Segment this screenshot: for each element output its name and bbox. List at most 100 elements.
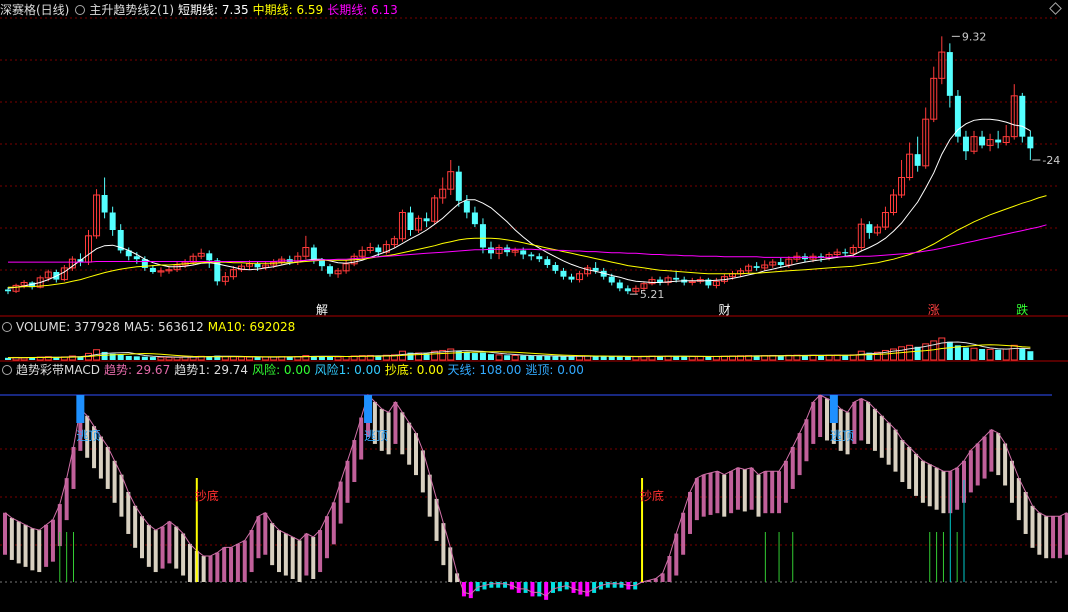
candle-body <box>520 250 527 255</box>
macd-bar <box>468 582 473 599</box>
volume-bar <box>552 356 559 360</box>
macd-bar <box>37 530 42 573</box>
volume-bar <box>133 356 140 360</box>
volume-bar <box>906 344 914 361</box>
volume-bar <box>246 356 253 361</box>
volume-bar <box>327 356 333 360</box>
candle-body <box>310 247 317 261</box>
candle-body <box>5 289 11 292</box>
escape-top-label: 逃顶 <box>830 429 854 443</box>
macd-bar <box>400 412 405 455</box>
macd-bar <box>153 530 158 573</box>
macd-bar <box>201 556 206 582</box>
macd-bar <box>3 512 7 555</box>
macd-bar <box>790 446 795 489</box>
macd-bar <box>900 440 905 483</box>
volume-bar <box>536 355 543 360</box>
candle-body <box>979 136 986 146</box>
macd-bar <box>146 524 151 567</box>
macd-bar <box>681 512 686 555</box>
volume-bar <box>1019 348 1026 360</box>
macd-bar <box>955 467 960 510</box>
volume-bar <box>600 356 607 360</box>
candle-body <box>673 277 680 280</box>
macd-bar <box>571 582 576 593</box>
candle-body <box>488 247 494 254</box>
candle-body <box>133 256 140 260</box>
volume-bar <box>970 347 978 361</box>
macd-bar <box>825 398 829 441</box>
macd-bar <box>359 417 364 460</box>
volume-bar <box>995 349 1002 360</box>
escape-top-label: 逃顶 <box>364 429 388 443</box>
macd-bar <box>263 512 268 555</box>
volume-bar <box>229 356 237 361</box>
macd-bar <box>256 516 261 559</box>
volume-bar <box>528 355 535 360</box>
macd-bar <box>804 419 809 462</box>
macd-bar <box>544 582 549 600</box>
macd-bar <box>722 474 727 517</box>
macd-bar <box>222 547 227 582</box>
candle-body <box>375 247 382 253</box>
macd-bar <box>44 524 49 567</box>
macd-bar <box>1023 491 1028 534</box>
candle-body <box>866 224 873 233</box>
macd-bar <box>818 395 823 437</box>
macd-bar <box>859 398 864 441</box>
macd-bar <box>523 582 528 593</box>
macd-bar <box>489 582 494 588</box>
macd-bar <box>592 582 597 593</box>
volume-ma-line <box>8 341 1031 359</box>
volume-bar <box>632 356 640 361</box>
macd-bar <box>886 422 891 465</box>
macd-bar <box>605 582 610 588</box>
candle-body <box>753 266 760 268</box>
macd-bar <box>735 467 740 510</box>
volume-bar <box>165 356 173 361</box>
volume-bar <box>673 356 680 360</box>
macd-bar <box>742 469 747 512</box>
volume-bar <box>681 356 688 360</box>
candle-body <box>608 276 615 283</box>
candle-body <box>463 200 470 213</box>
macd-bar <box>612 582 617 588</box>
candle-body <box>1019 95 1026 137</box>
candle-body <box>954 95 961 137</box>
macd-bar <box>30 528 35 571</box>
volume-bar <box>149 357 156 360</box>
volume-bar <box>117 354 124 360</box>
macd-bar <box>688 491 692 534</box>
macd-bar <box>968 450 973 493</box>
volume-bar <box>560 356 567 360</box>
candle-body <box>528 254 535 257</box>
macd-bar <box>112 460 117 503</box>
macd-bar <box>1009 460 1014 503</box>
macd-bar <box>496 582 501 588</box>
candle-body <box>995 139 1002 143</box>
macd-bar <box>181 533 186 576</box>
candle-body <box>946 52 953 96</box>
volume-bar <box>696 355 704 361</box>
candle-body <box>149 267 156 272</box>
stock-chart[interactable]: 9.32 5.21 -24 解 财 涨 跌逃顶 逃顶 逃顶抄底 抄底 <box>0 0 1068 612</box>
escape-top-signal <box>76 395 85 423</box>
macd-bar <box>749 467 754 510</box>
macd-bar <box>777 471 782 514</box>
macd-bar <box>783 460 788 503</box>
candle-body <box>504 247 511 253</box>
volume-bar <box>842 355 849 360</box>
macd-bar <box>694 478 699 521</box>
macd-bar <box>140 516 144 559</box>
escape-top-signal <box>829 395 838 423</box>
candle-body <box>560 270 567 277</box>
volume-bar <box>1027 351 1034 360</box>
macd-bar <box>1003 443 1008 486</box>
candle-body <box>407 212 414 230</box>
candle-body <box>624 288 631 292</box>
macd-bar <box>920 460 925 503</box>
volume-bar <box>979 349 986 360</box>
event-marker: 解 <box>316 303 328 317</box>
macd-bar <box>414 433 418 476</box>
volume-bar <box>173 356 181 361</box>
